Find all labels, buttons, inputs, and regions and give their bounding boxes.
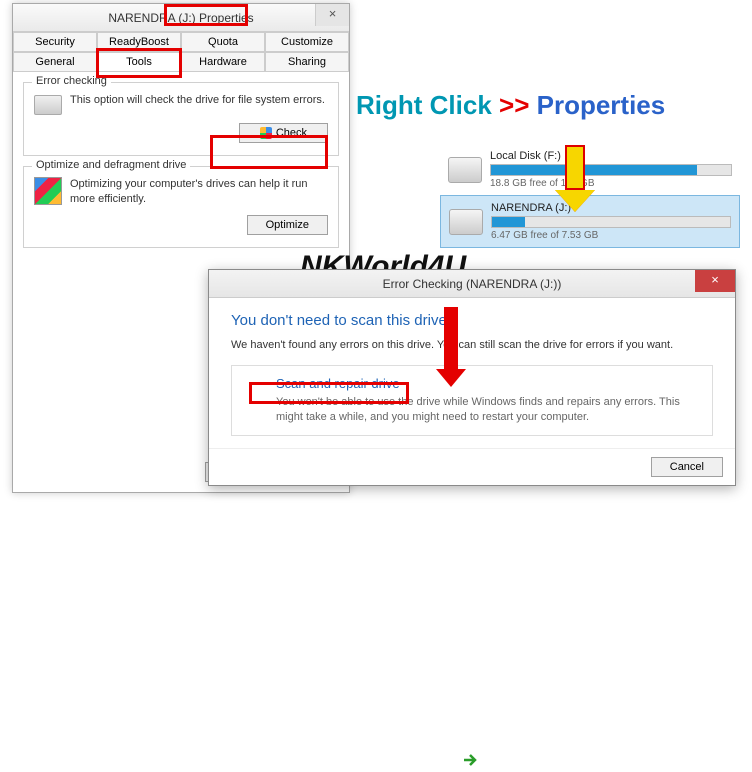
drive-name: NARENDRA (J:) (491, 202, 731, 214)
disk-icon (449, 209, 483, 235)
tabs-row-1: Security ReadyBoost Quota Customize (13, 32, 349, 52)
dialog-title: Error Checking (NARENDRA (J:)) (383, 277, 562, 291)
tab-sharing[interactable]: Sharing (265, 52, 349, 71)
instruction-text: Right Click >> Properties (356, 90, 665, 121)
drive-name: Local Disk (F:) (490, 150, 732, 162)
drive-icon (34, 95, 62, 115)
arrow-down-icon (436, 307, 466, 387)
scan-repair-title: Scan and repair drive (276, 376, 700, 391)
tab-hardware[interactable]: Hardware (181, 52, 265, 71)
defrag-icon (34, 177, 62, 205)
instruction-part3: Properties (537, 90, 666, 120)
defrag-group: Optimize and defragment drive Optimizing… (23, 166, 339, 248)
scan-repair-option[interactable]: Scan and repair drive You won't be able … (231, 365, 713, 436)
tab-customize[interactable]: Customize (265, 32, 349, 51)
arrow-right-icon (464, 753, 480, 767)
properties-titlebar[interactable]: NARENDRA (J:) Properties × (13, 4, 349, 32)
error-checking-legend: Error checking (32, 75, 111, 87)
shield-icon (260, 127, 272, 139)
optimize-button[interactable]: Optimize (247, 215, 328, 235)
tab-general[interactable]: General (13, 52, 97, 71)
check-button[interactable]: Check (239, 123, 328, 143)
instruction-part2: >> (499, 90, 537, 120)
disk-icon (448, 157, 482, 183)
close-icon[interactable]: × (315, 4, 349, 26)
scan-repair-desc: You won't be able to use the drive while… (276, 395, 700, 425)
arrow-down-icon (555, 145, 595, 212)
instruction-part1: Right Click (356, 90, 499, 120)
properties-title: NARENDRA (J:) Properties (108, 11, 253, 25)
error-checking-dialog: Error Checking (NARENDRA (J:)) × You don… (208, 269, 736, 486)
tab-readyboost[interactable]: ReadyBoost (97, 32, 181, 51)
drive-usage-bar (490, 164, 732, 176)
dialog-cancel-button[interactable]: Cancel (651, 457, 723, 477)
defrag-legend: Optimize and defragment drive (32, 159, 190, 171)
defrag-text: Optimizing your computer's drives can he… (70, 177, 328, 207)
dialog-heading: You don't need to scan this drive (231, 312, 713, 329)
drive-usage-bar (491, 216, 731, 228)
tab-quota[interactable]: Quota (181, 32, 265, 51)
dialog-titlebar[interactable]: Error Checking (NARENDRA (J:)) × (209, 270, 735, 298)
dialog-paragraph: We haven't found any errors on this driv… (231, 339, 713, 351)
tab-security[interactable]: Security (13, 32, 97, 51)
error-checking-text: This option will check the drive for fil… (70, 93, 325, 108)
close-icon[interactable]: × (695, 270, 735, 292)
error-checking-group: Error checking This option will check th… (23, 82, 339, 156)
drive-free: 18.8 GB free of 131 GB (490, 178, 732, 189)
tabs-row-2: General Tools Hardware Sharing (13, 52, 349, 72)
check-button-label: Check (276, 127, 307, 139)
drive-free: 6.47 GB free of 7.53 GB (491, 230, 731, 241)
tab-tools[interactable]: Tools (97, 52, 181, 71)
